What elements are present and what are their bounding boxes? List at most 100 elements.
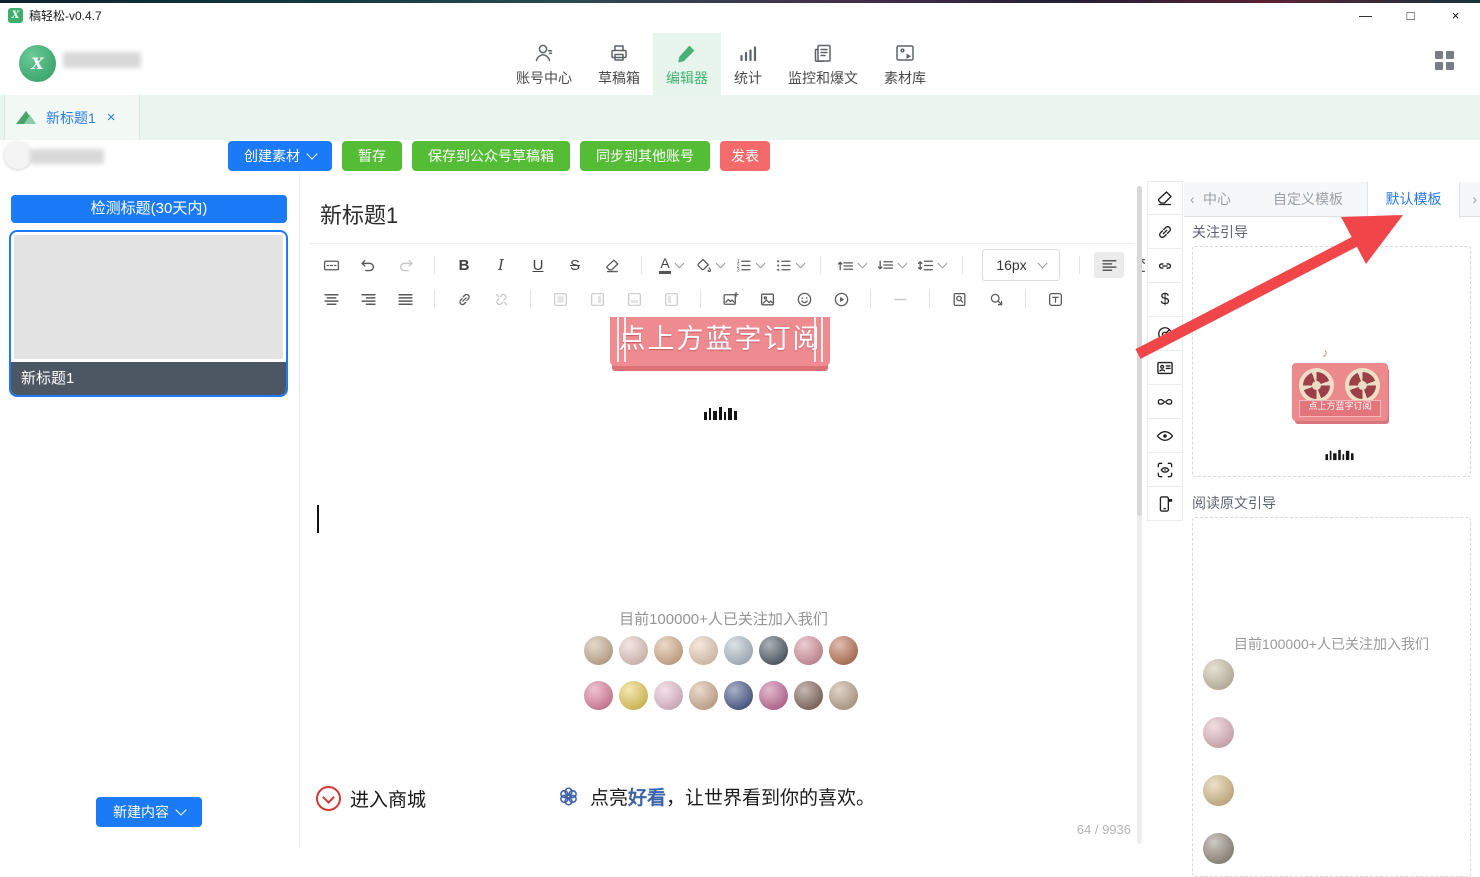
circle-chevron-icon [316,786,341,811]
follower-avatar-row [584,636,858,665]
minimize-button[interactable]: — [1343,3,1388,30]
editor-scrollbar[interactable] [1137,186,1142,844]
editor-toolbar-row-2 [316,283,1070,315]
follower-avatar [1203,659,1234,690]
read-original-template[interactable]: 目前100000+人已关注加入我们 [1192,517,1471,877]
visibility-tool-button[interactable] [1147,419,1183,453]
chevron-down-icon [1037,259,1047,269]
layout-bottom-button[interactable] [619,286,649,312]
subscribe-stamp-image[interactable]: 点上方蓝字订阅 [610,317,830,366]
maximize-button[interactable]: □ [1388,3,1433,30]
preview-button[interactable] [944,286,974,312]
horizontal-link-icon [1155,256,1175,276]
image-library-button[interactable] [752,286,782,312]
layout-left-button[interactable] [656,286,686,312]
chevron-down-icon [938,259,948,269]
text-card-button[interactable] [1040,286,1070,312]
ordered-list-button[interactable] [733,252,766,278]
scan-preview-tool-button[interactable] [1147,453,1183,487]
divider [820,256,821,274]
apps-grid-icon[interactable] [1435,51,1454,70]
divider [310,243,1134,244]
channels-tool-button[interactable] [1147,385,1183,419]
compass-icon [1155,324,1175,344]
tabs-scroll-left-icon[interactable]: ‹ [1190,182,1195,217]
align-left-button[interactable] [1094,252,1124,278]
tab-custom-template[interactable]: 自定义模板 [1273,182,1343,217]
eraser-tool-button[interactable] [1147,181,1183,215]
new-content-button[interactable]: 新建内容 [96,797,202,827]
nav-item-material-library[interactable]: 素材库 [871,33,939,95]
unlink-button[interactable] [486,286,516,312]
draft-card[interactable]: 新标题1 [9,230,288,397]
nav-item-editor[interactable]: 编辑器 [653,33,721,95]
insert-link-button[interactable] [449,286,479,312]
dollar-icon: $ [1161,291,1170,309]
tab-new-title-1[interactable]: 新标题1 × [4,95,140,140]
source-code-button[interactable] [316,252,346,278]
bar-chart-icon [736,41,760,65]
emoji-button[interactable] [789,286,819,312]
highlight-color-button[interactable] [693,252,726,278]
close-button[interactable]: × [1433,3,1478,30]
follower-avatar [829,636,858,665]
align-center-button[interactable] [316,286,346,312]
insert-divider-button[interactable] [885,286,915,312]
italic-button[interactable]: I [486,252,516,278]
reward-tool-button[interactable]: $ [1147,283,1183,317]
align-justify-button[interactable] [390,286,420,312]
avatar[interactable]: X [19,45,56,82]
flower-icon [556,784,581,809]
layout-right-button[interactable] [582,286,612,312]
music-note-icon: ♪ [1322,345,1329,360]
find-replace-button[interactable] [981,286,1011,312]
template-tools-strip: $ [1147,181,1184,521]
detect-title-button[interactable]: 检测标题(30天内) [11,195,287,223]
tab-close-icon[interactable]: × [107,109,116,126]
space-before-button[interactable] [835,252,868,278]
font-size-select[interactable]: 16px [982,249,1060,281]
create-material-button[interactable]: 创建素材 [228,141,332,171]
font-color-button[interactable]: A [656,252,686,278]
text-link-tool-button[interactable] [1147,249,1183,283]
nav-item-account-center[interactable]: 账号中心 [503,33,585,95]
sync-accounts-button[interactable]: 同步到其他账号 [580,141,710,171]
dial-tool-button[interactable] [1147,317,1183,351]
layout-full-button[interactable] [545,286,575,312]
mobile-preview-tool-button[interactable] [1147,487,1183,521]
chevron-down-icon [306,148,317,159]
follower-avatar [759,681,788,710]
enter-mall-link[interactable]: 进入商城 [316,785,426,812]
undo-button[interactable] [353,252,383,278]
align-right-button[interactable] [353,286,383,312]
redo-button[interactable] [390,252,420,278]
article-title-input[interactable]: 新标题1 [320,198,398,230]
tabs-scroll-right-icon[interactable]: › [1472,182,1477,217]
bold-button[interactable]: B [449,252,479,278]
newspaper-icon [811,41,835,65]
line-height-button[interactable] [915,252,948,278]
clear-format-button[interactable] [597,252,627,278]
save-to-draftbox-button[interactable]: 保存到公众号草稿箱 [412,141,570,171]
follow-guide-template[interactable]: ♪ 点上方蓝字订阅 [1192,246,1471,477]
business-card-tool-button[interactable] [1147,351,1183,385]
follower-avatar [619,636,648,665]
underline-button[interactable]: U [523,252,553,278]
link-tool-button[interactable] [1147,215,1183,249]
insert-video-button[interactable] [826,286,856,312]
publish-button[interactable]: 发表 [720,141,770,171]
tab-default-template[interactable]: 默认模板 [1367,182,1460,218]
strikethrough-button[interactable]: S [560,252,590,278]
save-temp-button[interactable]: 暂存 [342,141,402,171]
space-after-button[interactable] [875,252,908,278]
section-read-original-label: 阅读原文引导 [1192,493,1276,513]
tab-center[interactable]: 中心 [1203,182,1231,217]
follower-avatar [794,636,823,665]
follower-avatar [584,681,613,710]
insert-image-button[interactable] [715,286,745,312]
unordered-list-button[interactable] [773,252,806,278]
nav-item-monitor-hot[interactable]: 监控和爆文 [775,33,871,95]
nav-item-draftbox[interactable]: 草稿箱 [585,33,653,95]
eye-icon [1155,426,1175,446]
nav-item-statistics[interactable]: 统计 [721,33,775,95]
